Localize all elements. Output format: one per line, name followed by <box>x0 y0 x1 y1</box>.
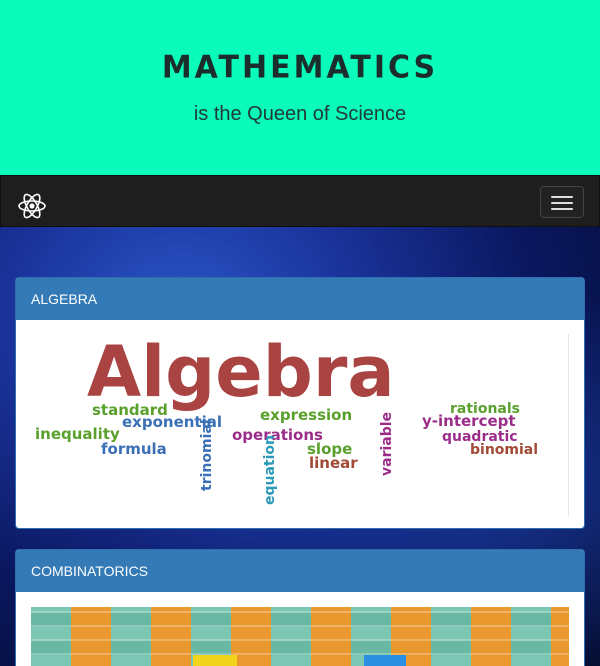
navbar-toggle-button[interactable] <box>540 186 584 218</box>
word-cloud-word: y-intercept <box>422 412 516 430</box>
combinatorics-panel-heading: COMBINATORICS <box>16 550 584 592</box>
word-cloud-word: linear <box>309 454 358 472</box>
hamburger-menu-icon <box>551 208 573 210</box>
algebra-word-cloud-image: Algebra standard expression rationals ex… <box>31 331 569 516</box>
navbar <box>0 175 600 227</box>
tile-blue <box>364 655 406 666</box>
word-cloud-word: equation <box>262 435 278 505</box>
word-cloud-word: binomial <box>470 442 538 458</box>
word-cloud-word: variable <box>379 412 395 476</box>
hamburger-menu-icon <box>551 202 573 204</box>
word-cloud-word: trinomial <box>199 419 215 491</box>
word-cloud-word: expression <box>260 406 352 424</box>
combinatorics-panel-body <box>16 592 584 666</box>
site-title: MATHEMATICS <box>161 49 439 86</box>
combinatorics-image <box>31 607 569 666</box>
site-subtitle: is the Queen of Science <box>193 103 407 125</box>
tile-yellow <box>193 655 237 666</box>
algebra-panel-body: Algebra standard expression rationals ex… <box>16 320 584 528</box>
word-cloud-word: formula <box>101 440 167 458</box>
hamburger-menu-icon <box>551 196 573 198</box>
hero-header: MATHEMATICS is the Queen of Science <box>0 0 600 175</box>
algebra-panel: ALGEBRA Algebra standard expression rati… <box>15 277 585 529</box>
algebra-panel-heading: ALGEBRA <box>16 278 584 320</box>
combinatorics-panel: COMBINATORICS <box>15 549 585 666</box>
atom-icon[interactable] <box>16 190 48 222</box>
